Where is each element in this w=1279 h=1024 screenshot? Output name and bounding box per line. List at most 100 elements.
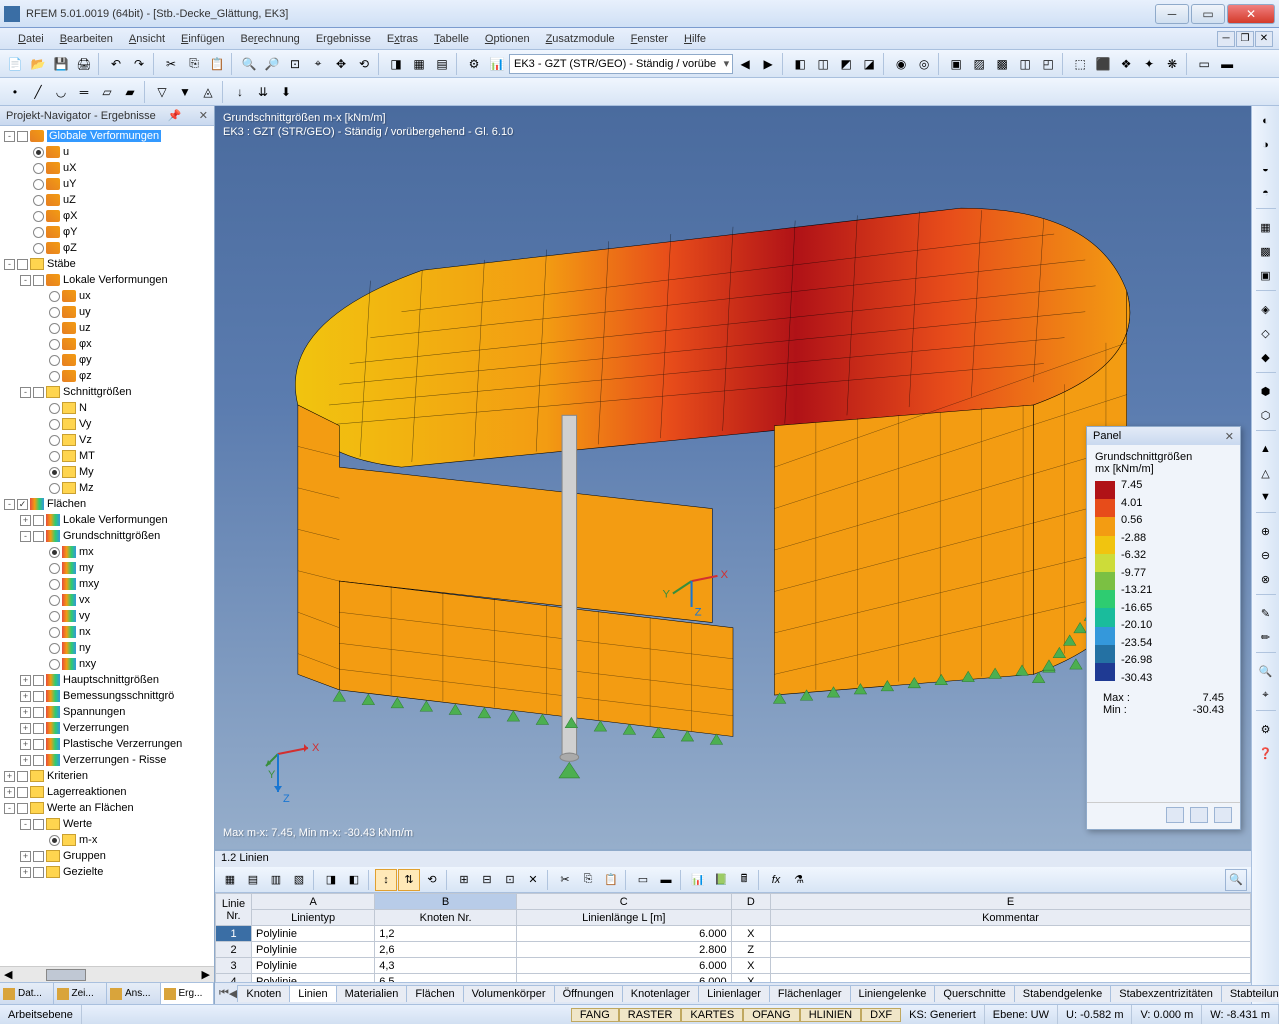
tb-k-icon[interactable]: ◰	[1037, 53, 1059, 75]
tb-a-icon[interactable]: ◧	[789, 53, 811, 75]
tree-node[interactable]: +Verzerrungen	[0, 720, 214, 736]
rt9-icon[interactable]: ◇	[1255, 322, 1277, 344]
col-rownum[interactable]: Linie Nr.	[216, 894, 252, 926]
tree-node[interactable]: φX	[0, 208, 214, 224]
col-e[interactable]: E	[771, 894, 1251, 910]
tt8-icon[interactable]: ⇅	[398, 869, 420, 891]
status-toggle[interactable]: HLINIEN	[800, 1008, 861, 1022]
col-b-sub[interactable]: Knoten Nr.	[375, 910, 517, 926]
col-b[interactable]: B	[375, 894, 517, 910]
sheet-tab[interactable]: Flächen	[406, 985, 463, 1002]
navigator-tab[interactable]: Erg...	[161, 983, 215, 1004]
rt2-icon[interactable]: ◑	[1255, 134, 1277, 156]
rt17-icon[interactable]: ⊖	[1255, 544, 1277, 566]
tt-fx-icon[interactable]: fx	[765, 869, 787, 891]
rt20-icon[interactable]: ✏	[1255, 626, 1277, 648]
rt1-icon[interactable]: ◐	[1255, 110, 1277, 132]
sheet-tab[interactable]: Stabendgelenke	[1014, 985, 1112, 1002]
tree-node[interactable]: +Hauptschnittgrößen	[0, 672, 214, 688]
rt22-icon[interactable]: ⌖	[1255, 684, 1277, 706]
tt14-icon[interactable]: ✂	[554, 869, 576, 891]
tree-node[interactable]: uY	[0, 176, 214, 192]
tree-node[interactable]: m-x	[0, 832, 214, 848]
tree-node[interactable]: -Werte an Flächen	[0, 800, 214, 816]
sheet-tab[interactable]: Materialien	[336, 985, 408, 1002]
viewport-3d[interactable]: Grundschnittgrößen m-x [kNm/m] EK3 : GZT…	[215, 106, 1251, 849]
tree-node[interactable]: My	[0, 464, 214, 480]
rt10-icon[interactable]: ◆	[1255, 346, 1277, 368]
save-icon[interactable]: 💾	[50, 53, 72, 75]
zoom-in-icon[interactable]: 🔎	[261, 53, 283, 75]
rt12-icon[interactable]: ⬡	[1255, 404, 1277, 426]
redo-icon[interactable]: ↷	[128, 53, 150, 75]
tree-node[interactable]: -Grundschnittgrößen	[0, 528, 214, 544]
table-row[interactable]: 1Polylinie1,26.000X	[216, 926, 1251, 942]
navigator-tab[interactable]: Dat...	[0, 983, 54, 1004]
tt1-icon[interactable]: ▦	[219, 869, 241, 891]
table-row[interactable]: 3Polylinie4,36.000X	[216, 958, 1251, 974]
tb-q-icon[interactable]: ▭	[1193, 53, 1215, 75]
tree-node[interactable]: vy	[0, 608, 214, 624]
sheet-tab[interactable]: Öffnungen	[554, 985, 623, 1002]
new-icon[interactable]: 📄	[4, 53, 26, 75]
zoom-sel-icon[interactable]: ⌖	[307, 53, 329, 75]
sheet-tab[interactable]: Knoten	[237, 985, 290, 1002]
close-button[interactable]: ✕	[1227, 4, 1275, 24]
tree-node[interactable]: +Lagerreaktionen	[0, 784, 214, 800]
rt18-icon[interactable]: ⊗	[1255, 568, 1277, 590]
sup2-icon[interactable]: ▼	[174, 81, 196, 103]
open-icon[interactable]: 📂	[27, 53, 49, 75]
rotate-icon[interactable]: ⟲	[353, 53, 375, 75]
tree-node[interactable]: φy	[0, 352, 214, 368]
rt4-icon[interactable]: ◓	[1255, 182, 1277, 204]
col-c-sub[interactable]: Linienlänge L [m]	[516, 910, 731, 926]
sheet-tab[interactable]: Stabteilungen	[1221, 985, 1279, 1002]
tree-node[interactable]: φz	[0, 368, 214, 384]
sheet-tab[interactable]: Volumenkörper	[463, 985, 555, 1002]
tt-filter-icon[interactable]: ⚗	[788, 869, 810, 891]
tt5-icon[interactable]: ◨	[320, 869, 342, 891]
tree-node[interactable]: -Globale Verformungen	[0, 128, 214, 144]
rt15-icon[interactable]: ▼	[1255, 486, 1277, 508]
ld2-icon[interactable]: ⇊	[252, 81, 274, 103]
load-case-combo[interactable]: EK3 - GZT (STR/GEO) - Ständig / vorübe	[509, 54, 733, 74]
prev-lc-icon[interactable]: ◀	[734, 53, 756, 75]
tt13-icon[interactable]: ✕	[522, 869, 544, 891]
mdi-restore[interactable]: ❐	[1236, 31, 1254, 47]
status-toggle[interactable]: OFANG	[743, 1008, 800, 1022]
tt2-icon[interactable]: ▤	[242, 869, 264, 891]
solid-icon[interactable]: ▰	[119, 81, 141, 103]
tree-node[interactable]: mxy	[0, 576, 214, 592]
rt24-icon[interactable]: ❓	[1255, 742, 1277, 764]
tt12-icon[interactable]: ⊡	[499, 869, 521, 891]
navigator-tree[interactable]: -Globale VerformungenuuXuYuZφXφYφZ-Stäbe…	[0, 126, 214, 966]
ld3-icon[interactable]: ⬇	[275, 81, 297, 103]
tree-node[interactable]: +Bemessungsschnittgrö	[0, 688, 214, 704]
tt17-icon[interactable]: ▭	[632, 869, 654, 891]
col-a-sub[interactable]: Linientyp	[252, 910, 375, 926]
tree-node[interactable]: +Spannungen	[0, 704, 214, 720]
calc-icon[interactable]: ⚙	[463, 53, 485, 75]
tb-l-icon[interactable]: ⬚	[1069, 53, 1091, 75]
sheet-nav[interactable]: ⏮	[219, 987, 229, 1000]
tree-node[interactable]: Vz	[0, 432, 214, 448]
tree-node[interactable]: +Verzerrungen - Risse	[0, 752, 214, 768]
navigator-close-icon[interactable]: ✕	[199, 109, 208, 122]
col-e-sub[interactable]: Kommentar	[771, 910, 1251, 926]
table-row[interactable]: 4Polylinie6,56.000X	[216, 974, 1251, 983]
legend-btn2-icon[interactable]	[1190, 807, 1208, 823]
results-icon[interactable]: 📊	[486, 53, 508, 75]
data-table[interactable]: Linie Nr. A B C D E Linientyp Knoten Nr.…	[215, 893, 1251, 982]
tree-node[interactable]: N	[0, 400, 214, 416]
tb-m-icon[interactable]: ⬛	[1092, 53, 1114, 75]
rt21-icon[interactable]: 🔍	[1255, 660, 1277, 682]
tree-node[interactable]: uX	[0, 160, 214, 176]
menu-einfuegen[interactable]: Einfügen	[173, 31, 232, 47]
tb-e-icon[interactable]: ◉	[890, 53, 912, 75]
tree-node[interactable]: ny	[0, 640, 214, 656]
status-toggle[interactable]: DXF	[861, 1008, 901, 1022]
status-toggle[interactable]: KARTES	[681, 1008, 743, 1022]
tt9-icon[interactable]: ⟲	[421, 869, 443, 891]
arc-icon[interactable]: ◡	[50, 81, 72, 103]
tt10-icon[interactable]: ⊞	[453, 869, 475, 891]
